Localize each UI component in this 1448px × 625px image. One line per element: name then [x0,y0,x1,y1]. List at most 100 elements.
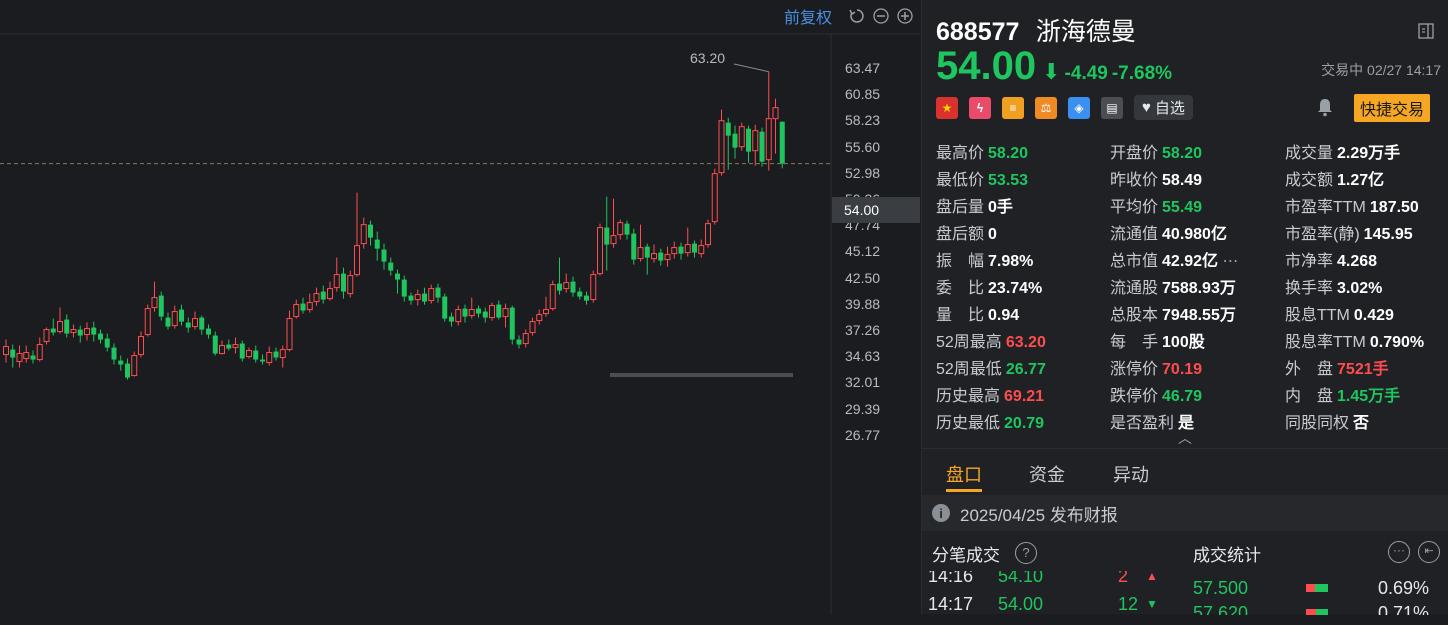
candle-body [610,235,617,245]
candle-body [698,245,705,255]
candle [482,307,488,323]
candle [496,300,502,320]
kline-chart[interactable] [0,0,920,614]
panel-toggle-icon[interactable] [1417,22,1435,40]
candle-body [455,309,462,323]
restore-rights-button[interactable]: 前复权 [784,4,832,28]
china-flag-icon[interactable]: ★ [936,96,958,119]
stat-row: 市净率 4.268 [1285,248,1424,275]
stat-label: 最高价 [936,145,985,162]
candle-body [482,311,488,318]
candle-body [91,327,97,335]
stat-row: 成交额 1.27亿 [1285,167,1424,194]
volume-stat-price: 57.620 [1193,603,1249,623]
candle [111,343,117,365]
help-icon[interactable]: ? [1015,542,1037,564]
coins-icon[interactable]: ≡ [1002,96,1024,119]
add-watchlist-button[interactable]: ♥ 自选 [1134,95,1193,120]
candle-body [725,122,731,136]
tab-anomaly[interactable]: 异动 [1113,461,1149,487]
tab-pankou[interactable]: 盘口 [946,461,982,487]
candle-body [50,328,56,333]
stat-value: 2.29万手 [1337,145,1401,162]
stat-value: 4.268 [1337,253,1378,270]
candle [584,291,589,305]
candle [286,310,293,352]
candle [449,312,454,327]
candle-body [543,309,549,315]
lightning-icon[interactable]: ϟ [969,96,991,119]
candle [306,293,313,313]
stat-label: 历史最低 [936,415,1001,432]
candle [651,244,657,263]
kline-chart-panel[interactable]: 前复权 63.4760.8558.2355.6052.9850.3647.744… [0,0,920,614]
more-options-icon[interactable]: ⋯ [1218,253,1239,270]
candle-body [516,339,522,345]
candle [165,312,171,330]
volume-stat-pct: 0.71% [1377,603,1429,623]
reset-icon[interactable] [848,7,866,25]
candle-body [341,273,346,292]
high-price-annotation: 63.20 [690,50,726,66]
candle [664,246,671,267]
high-annotation-leader [733,63,769,73]
candle [368,220,373,246]
candle [381,243,387,270]
candle [179,304,184,326]
candle [320,285,326,304]
candle [333,257,340,292]
candle [98,329,103,344]
y-tick-label: 55.60 [845,138,881,155]
candle-body [286,318,293,351]
heart-icon: ♥ [1142,99,1151,116]
candle-body [570,281,576,293]
candle [91,321,97,342]
candle [428,284,435,304]
candle [422,287,427,305]
candle-body [77,329,83,336]
stock-name: 浙海德曼 [1035,18,1136,46]
candle-body [658,252,664,261]
scale-icon[interactable]: ⚖ [1035,96,1057,119]
candle [435,283,441,303]
candle [118,355,124,371]
range-marker [610,373,793,377]
trading-status-time: 交易中 02/27 14:17 [1321,62,1441,78]
price-tag-icon[interactable]: ◈ [1068,96,1090,119]
more-icon[interactable]: ··· [1388,541,1410,563]
chevron-up-icon[interactable]: ︿ [1178,428,1192,448]
candle-body [320,291,326,300]
stat-label: 最低价 [936,172,985,189]
notice-bar[interactable]: i 2025/04/25 发布财报 [922,495,1448,531]
candle [57,307,63,334]
stat-value: 0.790% [1369,334,1425,351]
candle-body [192,318,198,328]
candle-body [765,118,772,161]
stat-value: 58.49 [1162,172,1203,189]
stat-row: 市盈率TTM 187.50 [1285,194,1424,221]
candle-body [422,293,427,302]
stat-row: 平均价 55.49 [1110,194,1239,221]
stat-value: 55.49 [1162,199,1203,216]
candle [678,242,684,260]
quick-trade-button[interactable]: 快捷交易 [1354,94,1431,122]
candle [408,292,414,305]
candle-body [408,295,414,301]
bell-icon[interactable] [1314,96,1336,118]
candle [395,269,400,294]
y-tick-label: 26.77 [845,426,881,443]
triangle-down-icon: ▼ [1146,597,1158,611]
tick-volume: 2 [1118,566,1129,586]
candle [239,340,245,362]
zoom-in-icon[interactable] [896,7,914,25]
zoom-out-icon[interactable] [872,7,890,25]
document-icon[interactable]: ▤ [1101,96,1123,119]
candle [631,228,637,265]
candle [226,339,232,351]
candle-body [246,350,252,358]
stat-value: 0 [988,226,997,243]
stat-label: 跌停价 [1110,388,1159,405]
fold-icon[interactable]: ⇤ [1418,541,1440,563]
tab-capital[interactable]: 资金 [1029,461,1065,487]
candle-body [84,328,90,336]
